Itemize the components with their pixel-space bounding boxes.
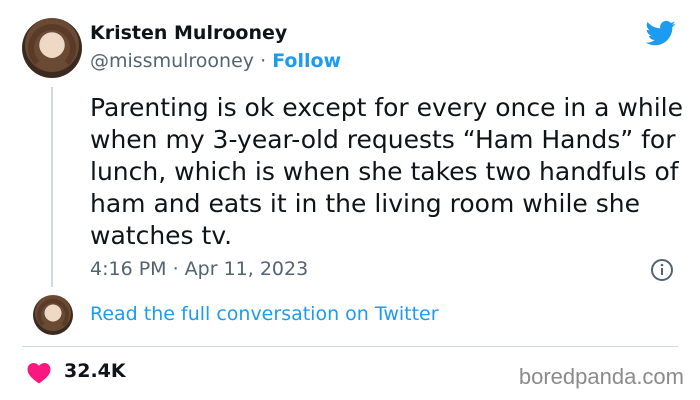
avatar-face [42,33,62,58]
watermark: boredpanda.com [518,364,684,389]
info-icon[interactable] [650,258,674,282]
tweet-text: Parenting is ok except for every once in… [90,93,683,250]
read-conversation-link[interactable]: Read the full conversation on Twitter [90,303,439,325]
follow-button[interactable]: Follow [272,50,341,72]
author-avatar[interactable] [22,18,82,78]
handle-separator: · [260,50,267,72]
divider [22,346,678,347]
heart-icon[interactable] [27,362,51,384]
like-count: 32.4K [64,360,126,382]
thread-line [51,87,53,287]
author-handle[interactable]: @missmulrooney [90,50,254,72]
author-handle-row: @missmulrooney · Follow [90,50,341,72]
tweet-timestamp[interactable]: 4:16 PM · Apr 11, 2023 [90,258,308,280]
author-name[interactable]: Kristen Mulrooney [90,22,287,44]
reply-avatar[interactable] [33,295,73,335]
twitter-bird-icon[interactable] [644,18,678,48]
